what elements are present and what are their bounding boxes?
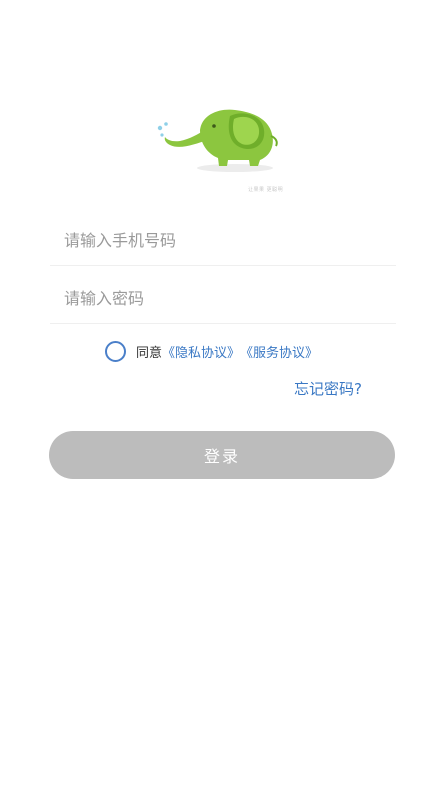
elephant-logo-icon <box>157 109 278 172</box>
agreement-checkbox[interactable] <box>105 340 126 362</box>
phone-input[interactable] <box>62 224 386 256</box>
agreement-row: 同意 《隐私协议》 《服务协议》 <box>105 338 318 364</box>
agreement-prefix: 同意 <box>136 345 163 361</box>
password-field-row <box>50 268 396 324</box>
forgot-password-link[interactable]: 忘记密码? <box>294 378 362 399</box>
logo-tagline: 让果果 更聪明 <box>248 187 284 193</box>
login-button[interactable]: 登录 <box>49 431 395 479</box>
service-agreement-link[interactable]: 《服务协议》 <box>240 342 318 361</box>
app-logo <box>150 100 290 200</box>
phone-field-row <box>50 210 396 266</box>
privacy-agreement-link[interactable]: 《隐私协议》 <box>162 342 240 361</box>
password-input[interactable] <box>62 282 386 314</box>
